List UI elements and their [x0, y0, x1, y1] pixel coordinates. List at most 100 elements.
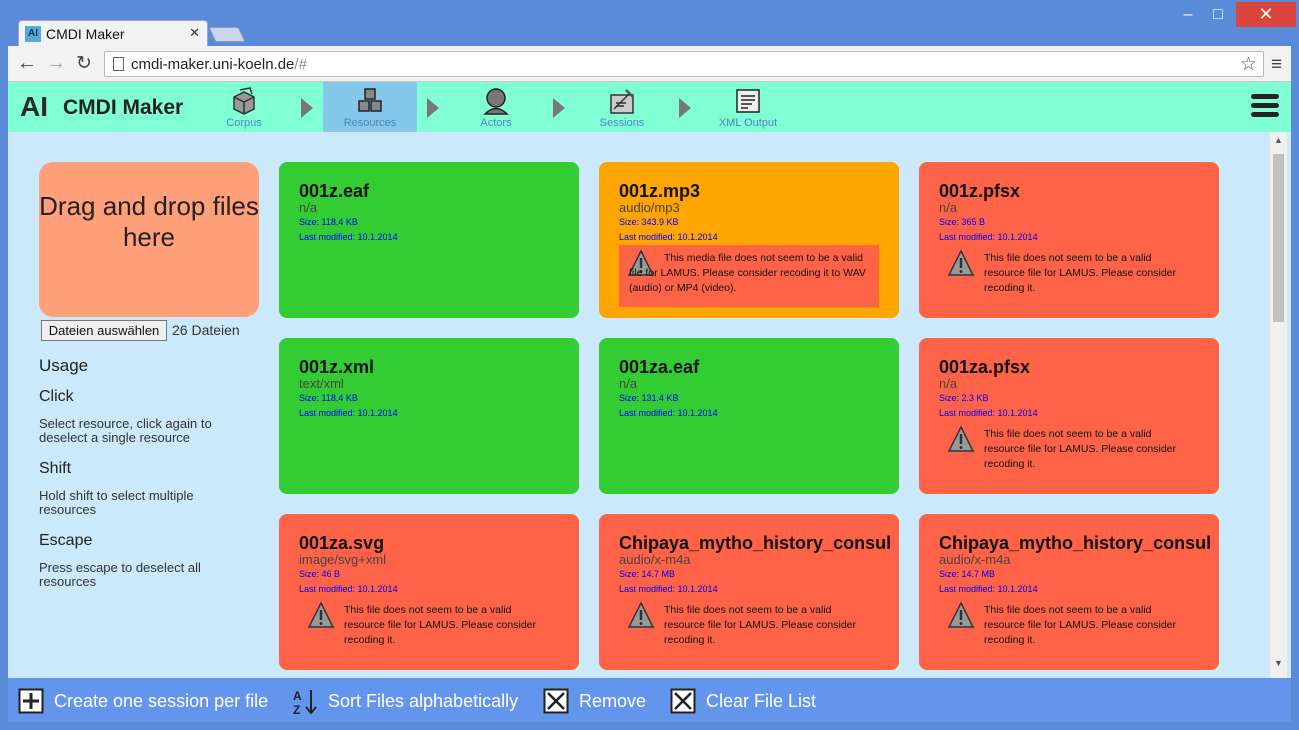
usage-shift-text: Hold shift to select multiple resources — [39, 488, 194, 517]
file-type: n/a — [939, 200, 958, 215]
resource-card[interactable]: 001z.mp3 audio/mp3 Size: 343.9 KB Last m… — [599, 162, 899, 318]
file-count: 26 Dateien — [172, 322, 240, 338]
app-header: AΙ CMDI Maker Corpus Resources Actors Se… — [8, 82, 1291, 132]
page-icon — [113, 57, 124, 71]
new-tab-button[interactable] — [208, 27, 246, 42]
tab-title: CMDI Maker — [46, 26, 125, 42]
corpus-cubes-icon — [233, 87, 255, 115]
usage-click-text: Select resource, click again to deselect… — [39, 416, 212, 445]
warning-box: This file does not seem to be a valid re… — [619, 597, 879, 659]
scroll-up-icon[interactable]: ▲ — [1270, 135, 1287, 145]
warning-triangle-icon — [307, 601, 335, 628]
file-size: Size: 118.4 KB — [299, 217, 358, 227]
bookmark-star-icon[interactable]: ☆ — [1240, 53, 1257, 76]
file-modified: Last modified: 10.1.2014 — [299, 408, 398, 418]
file-modified: Last modified: 10.1.2014 — [299, 584, 398, 594]
choose-files-button[interactable]: Dateien auswählen — [41, 320, 167, 341]
file-modified: Last modified: 10.1.2014 — [939, 232, 1038, 242]
step-arrow-icon — [553, 98, 565, 118]
scroll-thumb[interactable] — [1273, 154, 1284, 322]
file-type: n/a — [939, 376, 958, 391]
step-sessions[interactable]: Sessions — [575, 82, 669, 132]
tab-close-icon[interactable]: ✕ — [189, 25, 200, 41]
forward-arrow-icon[interactable]: → — [46, 52, 66, 75]
address-bar[interactable]: cmdi-maker.uni-koeln.de/# ☆ — [104, 51, 1264, 77]
resource-card[interactable]: 001za.pfsx n/a Size: 2.3 KB Last modifie… — [919, 338, 1219, 494]
warning-box: This file does not seem to be a valid re… — [299, 597, 559, 659]
file-name: 001z.pfsx — [939, 181, 1021, 201]
resource-card[interactable]: 001z.xml text/xml Size: 118.4 KB Last mo… — [279, 338, 579, 494]
file-type: audio/mp3 — [619, 200, 680, 215]
maximize-button[interactable]: □ — [1203, 2, 1233, 27]
browser-tab[interactable]: AI CMDI Maker ✕ — [18, 20, 208, 46]
resources-cubes-icon — [358, 88, 382, 112]
warning-triangle-icon — [627, 601, 655, 628]
warning-box: This file does not seem to be a valid re… — [939, 597, 1199, 659]
warning-box: This media file does not seem to be a va… — [619, 245, 879, 307]
file-size: Size: 343.9 KB — [619, 217, 679, 227]
file-modified: Last modified: 10.1.2014 — [939, 584, 1038, 594]
step-label: Resources — [343, 117, 397, 129]
resource-card[interactable]: 001za.svg image/svg+xml Size: 46 B Last … — [279, 514, 579, 670]
file-name: 001z.mp3 — [619, 181, 701, 201]
actor-person-icon — [483, 88, 509, 115]
warning-triangle-icon — [947, 425, 975, 452]
file-name: 001za.eaf — [619, 357, 700, 377]
file-type: text/xml — [299, 376, 344, 391]
file-size: Size: 365 B — [939, 217, 986, 227]
warning-text: This file does not seem to be a valid re… — [664, 604, 856, 646]
resource-card[interactable]: Chipaya_mytho_history_consul audio/x-m4a… — [919, 514, 1219, 670]
file-modified: Last modified: 10.1.2014 — [619, 584, 718, 594]
clear-file-list-button[interactable]: Clear File List — [670, 685, 830, 715]
url-text: cmdi-maker.uni-koeln.de/# — [131, 56, 307, 73]
sort-files-label: Sort Files alphabetically — [328, 691, 519, 711]
step-label: XML Output — [718, 117, 778, 129]
svg-text:Z: Z — [293, 703, 300, 716]
create-sessions-button[interactable]: Create one session per file — [18, 685, 268, 715]
vertical-scrollbar[interactable]: ▲ ▼ — [1270, 132, 1287, 678]
step-resources[interactable]: Resources — [323, 82, 417, 132]
svg-text:A: A — [293, 689, 302, 703]
file-name: 001z.eaf — [299, 181, 370, 201]
remove-button[interactable]: Remove — [543, 685, 653, 715]
file-type: audio/x-m4a — [619, 552, 691, 567]
warning-box: This file does not seem to be a valid re… — [939, 421, 1199, 483]
file-type: audio/x-m4a — [939, 552, 1011, 567]
resource-card[interactable]: 001z.pfsx n/a Size: 365 B Last modified:… — [919, 162, 1219, 318]
file-modified: Last modified: 10.1.2014 — [619, 408, 718, 418]
window-titlebar: AI CMDI Maker ✕ – □ ✕ — [0, 0, 1299, 46]
file-dropzone[interactable]: Drag and drop files here — [39, 162, 259, 317]
sort-files-button[interactable]: A Z Sort Files alphabetically — [292, 685, 522, 716]
clear-file-list-label: Clear File List — [706, 691, 817, 711]
file-size: Size: 131.4 KB — [619, 393, 679, 403]
step-corpus[interactable]: Corpus — [197, 82, 291, 132]
resource-card[interactable]: Chipaya_mytho_history_consul audio/x-m4a… — [599, 514, 899, 670]
warning-text: This media file does not seem to be a va… — [629, 252, 866, 294]
hamburger-menu-icon[interactable] — [1251, 94, 1279, 121]
minimize-button[interactable]: – — [1173, 2, 1203, 27]
step-label: Corpus — [226, 117, 262, 129]
file-type: image/svg+xml — [299, 552, 387, 567]
scroll-down-icon[interactable]: ▼ — [1270, 658, 1287, 668]
file-modified: Last modified: 10.1.2014 — [299, 232, 398, 242]
file-size: Size: 14.7 MB — [939, 569, 996, 579]
resource-card[interactable]: 001za.eaf n/a Size: 131.4 KB Last modifi… — [599, 338, 899, 494]
warning-triangle-icon — [947, 249, 975, 276]
reload-icon[interactable]: ↻ — [76, 52, 92, 75]
file-name: 001za.svg — [299, 533, 385, 553]
back-arrow-icon[interactable]: ← — [17, 52, 37, 75]
xml-document-icon — [736, 89, 760, 113]
step-xml-output[interactable]: XML Output — [701, 82, 795, 132]
file-type: n/a — [299, 200, 318, 215]
sort-az-icon: A Z — [293, 689, 317, 716]
step-actors[interactable]: Actors — [449, 82, 543, 132]
browser-menu-icon[interactable]: ≡ — [1271, 54, 1282, 76]
resource-card[interactable]: 001z.eaf n/a Size: 118.4 KB Last modifie… — [279, 162, 579, 318]
close-window-button[interactable]: ✕ — [1236, 2, 1296, 27]
create-sessions-label: Create one session per file — [54, 691, 269, 711]
warning-text: This file does not seem to be a valid re… — [344, 604, 536, 646]
browser-toolbar: ← → ↻ cmdi-maker.uni-koeln.de/# ☆ ≡ — [8, 46, 1291, 82]
step-label: Sessions — [599, 117, 645, 129]
remove-label: Remove — [579, 691, 647, 711]
file-name: Chipaya_mytho_history_consul — [939, 533, 1212, 553]
